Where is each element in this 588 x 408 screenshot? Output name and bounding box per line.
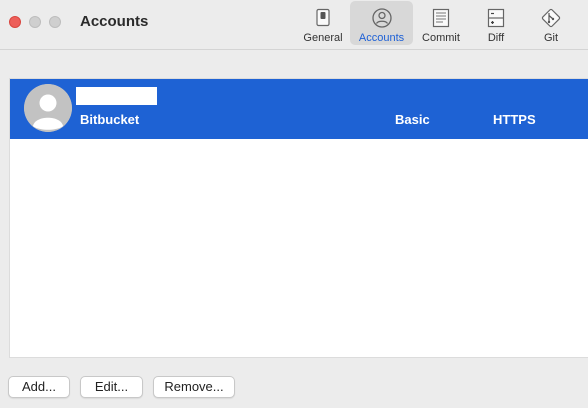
commit-document-icon [432,8,450,28]
general-switch-icon [316,8,330,27]
person-silhouette-icon [24,84,72,132]
account-host: Bitbucket [80,112,140,127]
git-icon [541,8,561,28]
remove-account-button[interactable]: Remove... [153,376,235,398]
account-protocol: HTTPS [493,112,536,127]
account-row[interactable]: Bitbucket Basic HTTPS [10,79,588,139]
tab-accounts[interactable]: Accounts [350,1,413,45]
window-title: Accounts [80,13,149,30]
diff-icon [487,8,505,28]
close-window-button[interactable] [9,16,21,28]
tab-commit-label: Commit [422,32,460,44]
tab-diff[interactable]: Diff [474,1,518,45]
tab-commit[interactable]: Commit [416,1,466,45]
tab-git[interactable]: Git [530,1,572,45]
window-toolbar: Accounts General Accounts Commit Diff Gi… [0,0,588,50]
zoom-window-button[interactable] [49,16,61,28]
account-username-redacted [76,87,157,105]
account-auth-type: Basic [395,112,430,127]
minimize-window-button[interactable] [29,16,41,28]
tab-general[interactable]: General [299,1,347,45]
account-person-icon [371,8,392,28]
tab-git-label: Git [543,32,559,44]
tab-accounts-label: Accounts [358,32,405,44]
preferences-window: Accounts General Accounts Commit Diff Gi… [0,0,588,408]
tab-diff-label: Diff [487,32,505,44]
edit-account-button[interactable]: Edit... [80,376,143,398]
add-account-button[interactable]: Add... [8,376,70,398]
tab-general-label: General [303,32,343,44]
accounts-list[interactable]: Bitbucket Basic HTTPS [9,78,588,358]
